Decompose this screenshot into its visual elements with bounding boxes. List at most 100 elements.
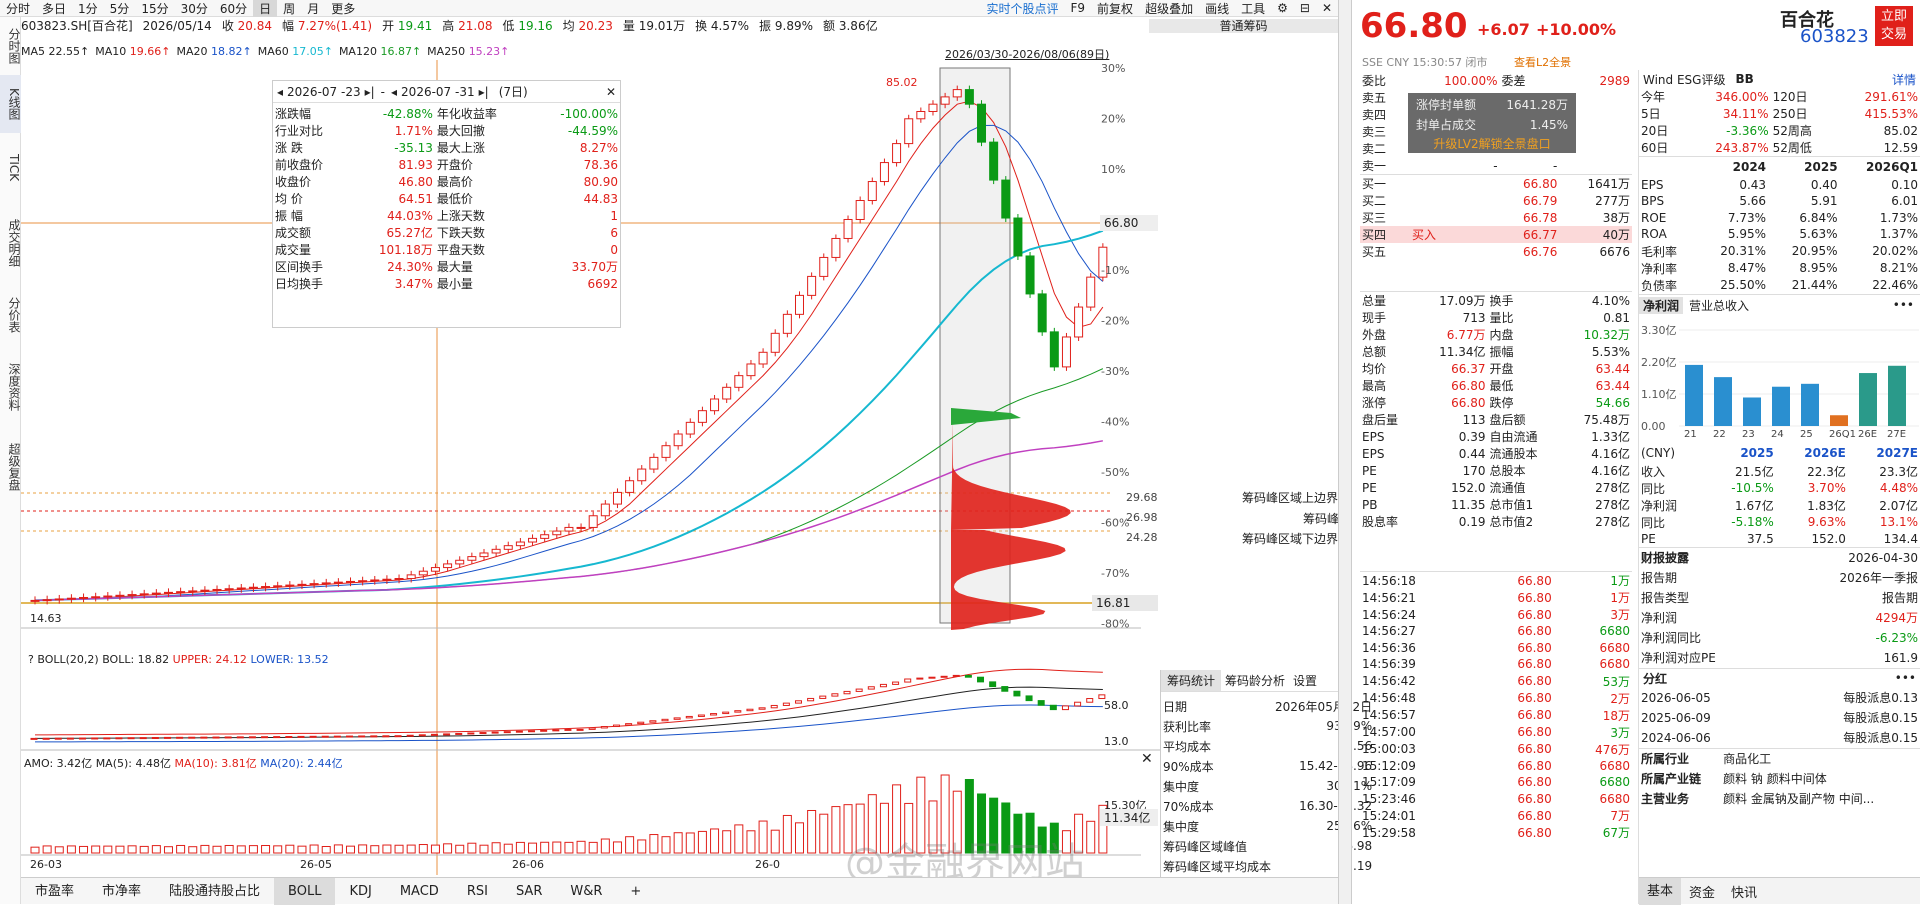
period-tab-multiday[interactable]: 多日 bbox=[36, 0, 72, 17]
prev-start-icon[interactable]: ◂ bbox=[277, 85, 283, 99]
period-tab-30min[interactable]: 30分 bbox=[175, 0, 214, 17]
candle bbox=[819, 256, 829, 277]
candle bbox=[710, 398, 720, 412]
period-tab-week[interactable]: 周 bbox=[277, 0, 301, 17]
gear-icon[interactable]: ⚙ bbox=[1271, 1, 1294, 15]
amo-bar bbox=[455, 844, 465, 854]
boll-candle bbox=[127, 737, 135, 740]
view-price-table[interactable]: 分价表 bbox=[0, 283, 21, 347]
upgrade-l2-link[interactable]: 升级LV2解锁全景盘口 bbox=[1416, 135, 1568, 153]
candle bbox=[600, 503, 610, 517]
fin-cell: 1.37% bbox=[1879, 227, 1918, 242]
close-icon[interactable]: ✕ bbox=[1316, 1, 1338, 15]
candle bbox=[625, 480, 635, 493]
ma20-name: MA20 bbox=[176, 45, 208, 58]
interval-end[interactable]: 2026-07 -31 bbox=[401, 85, 475, 99]
view-trades[interactable]: 成交明细 bbox=[0, 203, 21, 283]
view-kline[interactable]: K线图 bbox=[0, 75, 21, 133]
close-icon[interactable]: ✕ bbox=[606, 85, 616, 99]
prev-end-icon[interactable]: ◂ bbox=[391, 85, 397, 99]
bid-row[interactable]: 买五 66.76 6676 bbox=[1360, 243, 1632, 260]
boll-lower: LOWER: 13.52 bbox=[250, 653, 329, 666]
view-tick[interactable]: TICK bbox=[0, 133, 21, 203]
boll-candle bbox=[758, 707, 766, 710]
period-tab-60min[interactable]: 60分 bbox=[214, 0, 253, 17]
period-tab-5min[interactable]: 5分 bbox=[104, 0, 136, 17]
boll-mid: BOLL: 18.82 bbox=[102, 653, 170, 666]
l2-link[interactable]: 查看L2全景 bbox=[1514, 54, 1571, 70]
bid-row[interactable]: 买三 66.78 38万 bbox=[1360, 209, 1632, 226]
panel-splitter[interactable] bbox=[1338, 0, 1352, 904]
bid-row[interactable]: 买一 66.80 1641万 bbox=[1360, 174, 1632, 193]
tab-revenue[interactable]: 营业总收入 bbox=[1683, 297, 1755, 314]
tab-capital[interactable]: 资金 bbox=[1681, 882, 1723, 901]
stat-value: 80.90 bbox=[583, 174, 618, 189]
esg-detail-link[interactable]: 详情 bbox=[1892, 71, 1916, 88]
tab-chip-settings[interactable]: 设置 bbox=[1289, 670, 1321, 691]
interval-start[interactable]: 2026-07 -23 bbox=[287, 85, 361, 99]
tab-basic[interactable]: 基本 bbox=[1639, 877, 1682, 905]
current-price-tag: 66.80 bbox=[1100, 215, 1158, 231]
more-icon[interactable]: ••• bbox=[1893, 298, 1920, 312]
chip-stat-value: 93.79% bbox=[1273, 716, 1374, 736]
quote-stat-cell: 278亿 bbox=[1595, 498, 1630, 512]
tab-chip-stats[interactable]: 筹码统计 bbox=[1161, 670, 1222, 691]
boll-legend: ? BOLL(20,2) BOLL: 18.82 UPPER: 24.12 LO… bbox=[28, 653, 329, 666]
close-panel-icon[interactable]: ✕ bbox=[1141, 751, 1153, 767]
next-start-icon[interactable]: ▸| bbox=[365, 85, 375, 99]
period-tab-15min[interactable]: 15分 bbox=[135, 0, 174, 17]
tab-kdj[interactable]: KDJ bbox=[335, 878, 385, 905]
pct-tick-label: -20% bbox=[1101, 315, 1129, 328]
period-tab-month[interactable]: 月 bbox=[301, 0, 325, 17]
amo-bar bbox=[285, 844, 295, 854]
amo-bar bbox=[540, 841, 550, 854]
tab-hk-hold[interactable]: 陆股通持股占比 bbox=[155, 878, 274, 905]
stock-comment-link[interactable]: 实时个股点评 bbox=[980, 0, 1064, 17]
profit-bar bbox=[1888, 365, 1906, 426]
tab-net-profit[interactable]: 净利润 bbox=[1639, 296, 1684, 314]
tab-pb[interactable]: 市净率 bbox=[88, 878, 155, 905]
tab-macd[interactable]: MACD bbox=[386, 878, 453, 905]
candle bbox=[394, 578, 404, 581]
tab-wr[interactable]: W&R bbox=[556, 878, 616, 905]
trade-button[interactable]: 立即交易 bbox=[1875, 6, 1913, 46]
amo-bar bbox=[273, 845, 283, 854]
tick-cell: 6680 bbox=[1599, 791, 1630, 806]
period-tab-day[interactable]: 日 bbox=[253, 0, 278, 17]
chip-stat-label: 90%成本 bbox=[1163, 759, 1214, 774]
view-depth[interactable]: 深度资料 bbox=[0, 347, 21, 427]
bid-row[interactable]: 买二 66.79 277万 bbox=[1360, 192, 1632, 209]
quote-stat-cell: 开盘 bbox=[1489, 362, 1514, 376]
view-intraday[interactable]: 分时图 bbox=[0, 17, 21, 75]
draw-button[interactable]: 画线 bbox=[1199, 0, 1235, 17]
view-review[interactable]: 超级复盘 bbox=[0, 427, 21, 507]
tab-pe[interactable]: 市盈率 bbox=[21, 878, 88, 905]
chip-mode-tab[interactable]: 普通筹码 bbox=[1149, 19, 1338, 33]
tab-chip-age[interactable]: 筹码龄分析 bbox=[1221, 670, 1289, 691]
tools-button[interactable]: 工具 bbox=[1235, 0, 1271, 17]
question-icon[interactable]: ? bbox=[28, 653, 34, 666]
overlay-button[interactable]: 超级叠加 bbox=[1139, 0, 1199, 17]
minimize-icon[interactable]: ⊟ bbox=[1294, 1, 1316, 15]
next-end-icon[interactable]: ▸| bbox=[479, 85, 489, 99]
tab-news[interactable]: 快讯 bbox=[1723, 882, 1765, 901]
adjust-button[interactable]: 前复权 bbox=[1091, 0, 1139, 17]
period-tab-intraday[interactable]: 分时 bbox=[0, 0, 36, 17]
f9-button[interactable]: F9 bbox=[1065, 1, 1092, 15]
bar-axis-label: 1.10亿 bbox=[1641, 388, 1677, 401]
tab-rsi[interactable]: RSI bbox=[453, 878, 502, 905]
tab-sar[interactable]: SAR bbox=[502, 878, 556, 905]
period-tab-more[interactable]: 更多 bbox=[325, 0, 361, 17]
bid-row[interactable]: 买四 买入 66.77 40万 bbox=[1360, 226, 1632, 243]
more-icon[interactable]: ••• bbox=[1895, 671, 1916, 685]
close-label: 收 bbox=[221, 19, 234, 33]
fin-year: 2026Q1 bbox=[1866, 159, 1918, 174]
amo-bar bbox=[139, 845, 149, 854]
perf-cell: 60日 bbox=[1641, 141, 1669, 155]
add-tab-icon[interactable]: + bbox=[616, 878, 655, 905]
tab-boll[interactable]: BOLL bbox=[274, 877, 336, 905]
boll-candle bbox=[1037, 700, 1045, 706]
candle bbox=[346, 580, 356, 583]
ask-row[interactable]: 卖一 - - bbox=[1360, 157, 1632, 175]
period-tab-1min[interactable]: 1分 bbox=[72, 0, 104, 17]
